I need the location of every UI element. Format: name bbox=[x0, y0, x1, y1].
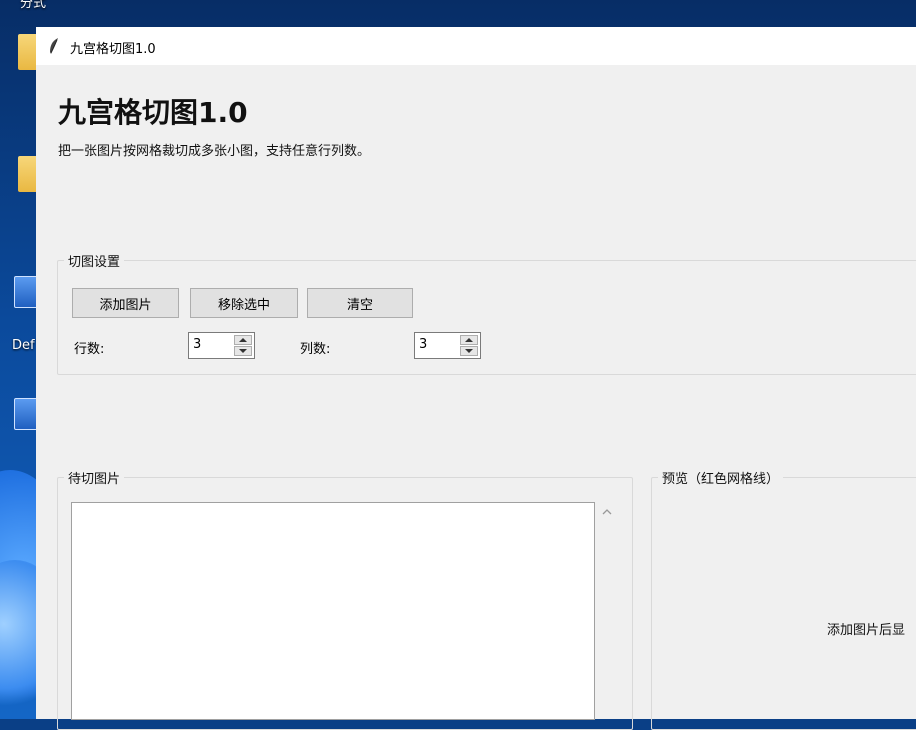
rows-value[interactable]: 3 bbox=[193, 337, 201, 352]
cols-label: 列数: bbox=[300, 342, 331, 357]
arrow-up-icon bbox=[239, 338, 247, 342]
rows-decrement-button[interactable] bbox=[234, 346, 252, 356]
feather-icon bbox=[50, 38, 58, 54]
arrow-down-icon bbox=[239, 349, 247, 353]
settings-group-label: 切图设置 bbox=[68, 255, 121, 270]
monitor-icon[interactable] bbox=[14, 276, 38, 308]
cols-spinbox[interactable]: 3 bbox=[414, 332, 481, 359]
clear-button[interactable]: 清空 bbox=[307, 288, 413, 318]
preview-label: 预览（红色网格线） bbox=[662, 472, 780, 487]
chevron-up-icon[interactable] bbox=[602, 507, 612, 517]
settings-group: 切图设置 bbox=[57, 251, 916, 375]
preview-group: 预览（红色网格线） bbox=[651, 468, 916, 730]
remove-selected-button[interactable]: 移除选中 bbox=[190, 288, 298, 318]
desktop-icon-label: Def bbox=[12, 338, 35, 353]
desktop-icon-label: 分式 bbox=[20, 0, 47, 11]
rows-spinbox[interactable]: 3 bbox=[188, 332, 255, 359]
page-title: 九宫格切图1.0 bbox=[58, 96, 248, 129]
cols-decrement-button[interactable] bbox=[460, 346, 478, 356]
preview-hint-text: 添加图片后显 bbox=[827, 623, 906, 638]
rows-label: 行数: bbox=[74, 342, 105, 357]
window-title: 九宫格切图1.0 bbox=[70, 42, 156, 57]
pending-images-list[interactable] bbox=[71, 502, 595, 720]
cols-increment-button[interactable] bbox=[460, 335, 478, 345]
pending-images-label: 待切图片 bbox=[68, 472, 121, 487]
add-image-button[interactable]: 添加图片 bbox=[72, 288, 179, 318]
cols-value[interactable]: 3 bbox=[419, 337, 427, 352]
rows-increment-button[interactable] bbox=[234, 335, 252, 345]
title-bar[interactable]: 九宫格切图1.0 bbox=[36, 27, 916, 65]
app-window: 九宫格切图1.0 九宫格切图1.0 把一张图片按网格裁切成多张小图，支持任意行列… bbox=[36, 27, 916, 730]
arrow-down-icon bbox=[465, 349, 473, 353]
monitor-icon[interactable] bbox=[14, 398, 38, 430]
page-description: 把一张图片按网格裁切成多张小图，支持任意行列数。 bbox=[58, 144, 371, 159]
arrow-up-icon bbox=[465, 338, 473, 342]
